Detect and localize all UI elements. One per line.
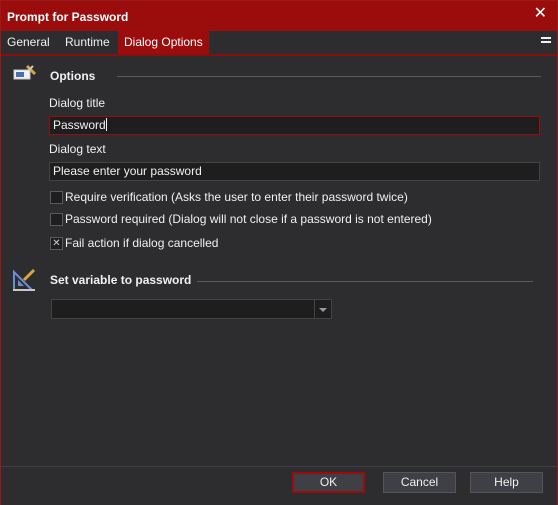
dialog-text-value: Please enter your password: [53, 164, 202, 178]
tab-general[interactable]: General: [1, 31, 56, 54]
cancel-button[interactable]: Cancel: [383, 472, 456, 493]
variable-select[interactable]: [51, 299, 332, 319]
fail-if-cancelled-checkbox[interactable]: ✕: [50, 237, 63, 250]
dialog-text-label: Dialog text: [49, 142, 106, 156]
dialog-title-input[interactable]: Password: [49, 116, 540, 135]
tab-runtime[interactable]: Runtime: [59, 31, 116, 54]
set-variable-section-title: Set variable to password: [50, 273, 192, 287]
window-title: Prompt for Password: [7, 10, 129, 24]
tab-overflow-menu-icon[interactable]: [541, 35, 551, 47]
password-required-checkbox[interactable]: [50, 213, 63, 226]
require-verification-checkbox[interactable]: [50, 191, 63, 204]
prompt-for-password-dialog: Prompt for Password ✕ General Runtime Di…: [0, 0, 558, 505]
chevron-down-icon[interactable]: [314, 300, 331, 318]
ok-button[interactable]: OK: [292, 472, 365, 493]
password-required-label: Password required (Dialog will not close…: [65, 212, 432, 226]
text-caret: [105, 118, 107, 131]
dialog-footer: OK Cancel Help: [1, 466, 557, 505]
options-section-divider: [117, 76, 541, 77]
help-button[interactable]: Help: [470, 472, 543, 493]
dialog-title-value: Password: [53, 118, 106, 132]
set-variable-section-icon: [13, 268, 36, 291]
close-icon[interactable]: ✕: [534, 6, 547, 22]
options-section-icon: [13, 64, 37, 80]
title-bar: Prompt for Password ✕: [1, 1, 557, 31]
dialog-title-label: Dialog title: [49, 96, 106, 110]
tab-dialog-options[interactable]: Dialog Options: [118, 31, 209, 54]
dialog-text-input[interactable]: Please enter your password: [49, 162, 540, 181]
tab-bar: General Runtime Dialog Options: [1, 31, 557, 56]
set-variable-section-divider: [197, 281, 533, 282]
require-verification-label: Require verification (Asks the user to e…: [65, 190, 408, 204]
options-section-title: Options: [50, 69, 96, 83]
fail-if-cancelled-label: Fail action if dialog cancelled: [65, 236, 219, 250]
